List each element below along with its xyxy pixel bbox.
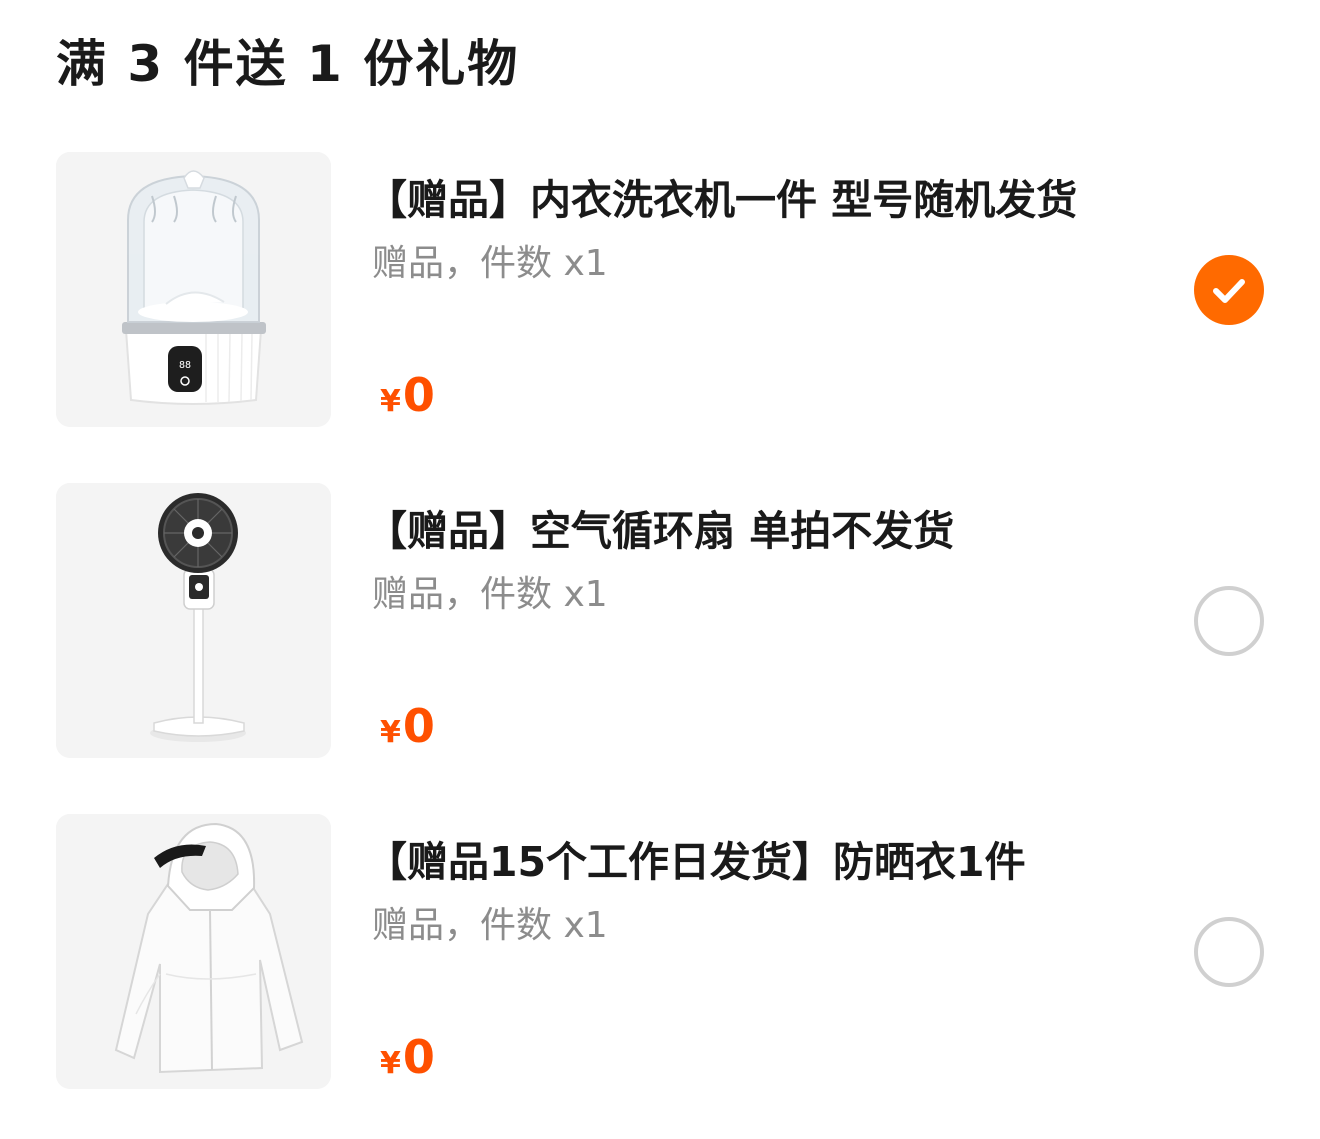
currency-symbol: ¥ <box>380 715 401 750</box>
item-price: ¥0 <box>380 699 435 753</box>
device-display: 88 <box>179 360 191 371</box>
item-subtitle: 赠品，件数 x1 <box>372 243 608 284</box>
sun-jacket-image[interactable] <box>56 814 331 1089</box>
price-amount: 0 <box>402 1030 435 1084</box>
gift-item[interactable]: 88 【赠品】内衣洗衣机一件 型号随机发货 赠品，件数 x1 ¥0 <box>0 152 1320 428</box>
gift-item[interactable]: 【赠品15个工作日发货】防晒衣1件 赠品，件数 x1 ¥0 <box>0 814 1320 1090</box>
washing-machine-image[interactable]: 88 <box>56 152 331 427</box>
currency-symbol: ¥ <box>380 1046 401 1081</box>
gift-item[interactable]: 【赠品】空气循环扇 单拍不发货 赠品，件数 x1 ¥0 <box>0 483 1320 759</box>
price-amount: 0 <box>402 699 435 753</box>
fan-image[interactable] <box>56 483 331 758</box>
select-radio[interactable] <box>1194 586 1264 656</box>
select-radio-checked[interactable] <box>1194 255 1264 325</box>
item-price: ¥0 <box>380 1030 435 1084</box>
item-subtitle: 赠品，件数 x1 <box>372 574 608 615</box>
select-radio[interactable] <box>1194 917 1264 987</box>
currency-symbol: ¥ <box>380 384 401 419</box>
item-title[interactable]: 【赠品】内衣洗衣机一件 型号随机发货 <box>366 166 1077 226</box>
checkmark-icon <box>1213 279 1245 303</box>
item-title[interactable]: 【赠品】空气循环扇 单拍不发货 <box>366 497 954 557</box>
price-amount: 0 <box>402 368 435 422</box>
page-title: 满 3 件送 1 份礼物 <box>56 35 520 93</box>
item-price: ¥0 <box>380 368 435 422</box>
item-subtitle: 赠品，件数 x1 <box>372 905 608 946</box>
item-title[interactable]: 【赠品15个工作日发货】防晒衣1件 <box>366 828 1026 888</box>
